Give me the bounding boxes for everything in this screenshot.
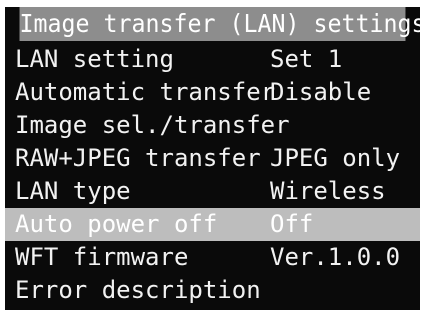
menu-item-label: Error description [15, 276, 261, 304]
menu-item-value: Ver.1.0.0 [270, 243, 401, 271]
menu-item-label: LAN type [15, 177, 131, 205]
menu-item-raw-jpeg-transfer[interactable]: RAW+JPEG transfer JPEG only [5, 142, 420, 175]
settings-menu: LAN setting Set 1 Automatic transfer Dis… [5, 43, 420, 307]
menu-item-image-sel-transfer[interactable]: Image sel./transfer [5, 109, 420, 142]
menu-title: Image transfer (LAN) settings [19, 7, 420, 41]
menu-item-value: JPEG only [270, 144, 401, 172]
menu-item-label: Automatic transfer [15, 78, 276, 106]
menu-item-label: Auto power off [15, 210, 218, 238]
menu-item-automatic-transfer[interactable]: Automatic transfer Disable [5, 76, 420, 109]
menu-item-label: LAN setting [15, 45, 174, 73]
menu-item-lan-type[interactable]: LAN type Wireless [5, 175, 420, 208]
camera-screen-frame: Image transfer (LAN) settings LAN settin… [0, 0, 425, 313]
menu-item-value: Wireless [270, 177, 386, 205]
menu-item-auto-power-off[interactable]: Auto power off Off [5, 208, 420, 241]
menu-item-wft-firmware[interactable]: WFT firmware Ver.1.0.0 [5, 241, 420, 274]
menu-item-label: Image sel./transfer [15, 111, 290, 139]
menu-item-value: Off [270, 210, 314, 238]
menu-item-lan-setting[interactable]: LAN setting Set 1 [5, 43, 420, 76]
menu-item-value: Set 1 [270, 45, 343, 73]
menu-item-error-description[interactable]: Error description [5, 274, 420, 307]
menu-item-value: Disable [270, 78, 372, 106]
menu-item-label: RAW+JPEG transfer [15, 144, 261, 172]
lcd-screen: Image transfer (LAN) settings LAN settin… [5, 7, 420, 310]
menu-item-label: WFT firmware [15, 243, 189, 271]
